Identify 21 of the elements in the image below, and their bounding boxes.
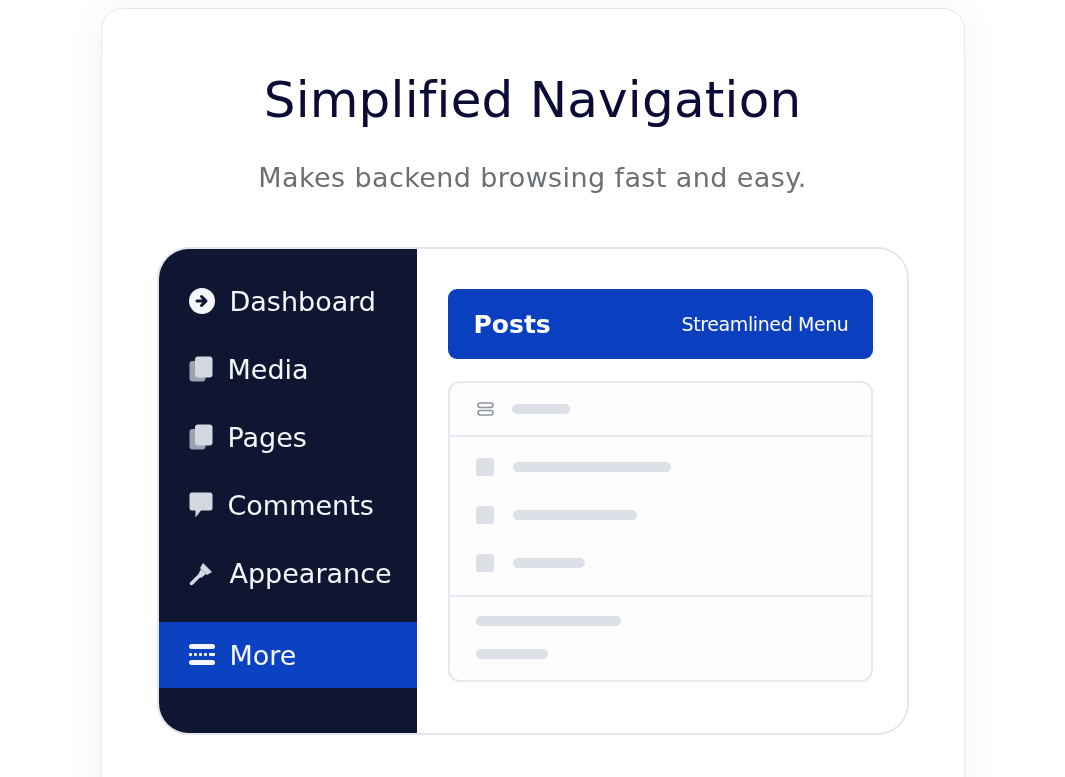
square-icon [475, 554, 494, 572]
sidebar-item[interactable]: Comments [158, 472, 417, 538]
sidebar-item[interactable]: Pages [158, 404, 417, 470]
list-icon [476, 402, 494, 416]
sidebar-item[interactable]: Media [158, 336, 417, 402]
sidebar-item[interactable]: Dashboard [158, 268, 417, 334]
card-subtitle: Makes backend browsing fast and easy. [258, 161, 807, 195]
comment-icon [188, 492, 213, 518]
arrow-circle-icon [188, 288, 215, 314]
brush-icon [188, 560, 215, 586]
pages-icon [188, 356, 213, 382]
menu-icon [188, 644, 215, 666]
square-icon [475, 458, 494, 476]
square-icon [475, 506, 494, 524]
sidebar-item[interactable]: Appearance [158, 540, 417, 606]
pages-icon [188, 424, 213, 450]
header-caption: Streamlined Menu [681, 313, 849, 335]
sidebar-item[interactable]: More [158, 622, 417, 688]
header-title: Posts [473, 309, 551, 339]
skeleton-line [511, 404, 570, 414]
card-title: Simplified Navigation [263, 70, 802, 130]
